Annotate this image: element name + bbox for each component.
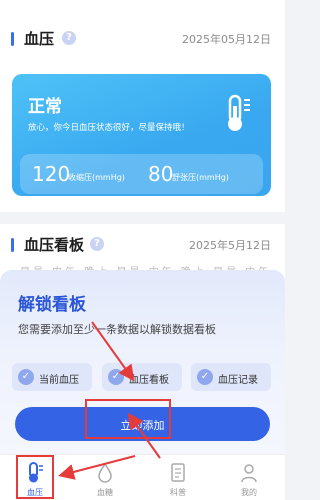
section-marker — [11, 32, 14, 46]
status-title: 正常 — [28, 97, 62, 117]
tab-science[interactable]: 科普 — [143, 455, 213, 500]
bp-help-icon[interactable]: ? — [62, 31, 76, 45]
drop-icon — [98, 462, 112, 483]
board-header: 血压看板 ? 2025年5月12日 — [0, 224, 285, 264]
feature-chip-bp-board: ✓ 血压看板 — [102, 363, 182, 391]
thermometer-icon — [228, 94, 250, 131]
tab-label: 科普 — [170, 488, 186, 497]
status-description: 放心，你今日血压状态很好，尽量保持哦！ — [28, 123, 190, 133]
unlock-panel: 解锁看板 您需要添加至少一条数据以解锁数据看板 ✓ 当前血压 ✓ 血压看板 ✓ … — [0, 270, 285, 454]
person-icon — [241, 464, 257, 483]
systolic-value: 120 — [32, 162, 71, 186]
feature-label: 血压记录 — [218, 375, 258, 386]
bp-values-row: 120 收缩压(mmHg) 80 舒张压(mmHg) — [20, 154, 263, 194]
tab-label: 血糖 — [97, 488, 113, 497]
section-marker — [11, 238, 14, 252]
diastolic-unit: 舒张压(mmHg) — [172, 173, 229, 182]
bp-header: 血压 ? 2025年05月12日 — [0, 18, 285, 58]
unlock-description: 您需要添加至少一条数据以解锁数据看板 — [18, 323, 216, 336]
bp-status-card: 正常 放心，你今日血压状态很好，尽量保持哦！ 120 收缩压(mmHg) 80 … — [12, 74, 271, 196]
tab-label: 我的 — [241, 488, 257, 497]
feature-chip-current-bp: ✓ 当前血压 — [12, 363, 92, 391]
board-help-icon[interactable]: ? — [90, 237, 104, 251]
board-title: 血压看板 — [24, 236, 85, 254]
check-icon: ✓ — [197, 369, 213, 385]
bp-date: 2025年05月12日 — [182, 33, 271, 46]
check-icon: ✓ — [18, 369, 34, 385]
bp-title: 血压 — [24, 30, 55, 48]
systolic-unit: 收缩压(mmHg) — [68, 173, 125, 182]
feature-chip-bp-records: ✓ 血压记录 — [191, 363, 271, 391]
tab-mine[interactable]: 我的 — [214, 455, 284, 500]
document-icon — [171, 463, 185, 482]
highlight-box-add-button — [85, 399, 171, 439]
highlight-box-tab — [16, 455, 54, 499]
feature-label: 当前血压 — [39, 375, 79, 386]
diastolic-value: 80 — [148, 162, 174, 186]
feature-label: 血压看板 — [129, 375, 169, 386]
board-date: 2025年5月12日 — [189, 239, 271, 252]
check-icon: ✓ — [108, 369, 124, 385]
tab-blood-sugar[interactable]: 血糖 — [70, 455, 140, 500]
unlock-title: 解锁看板 — [18, 295, 86, 315]
